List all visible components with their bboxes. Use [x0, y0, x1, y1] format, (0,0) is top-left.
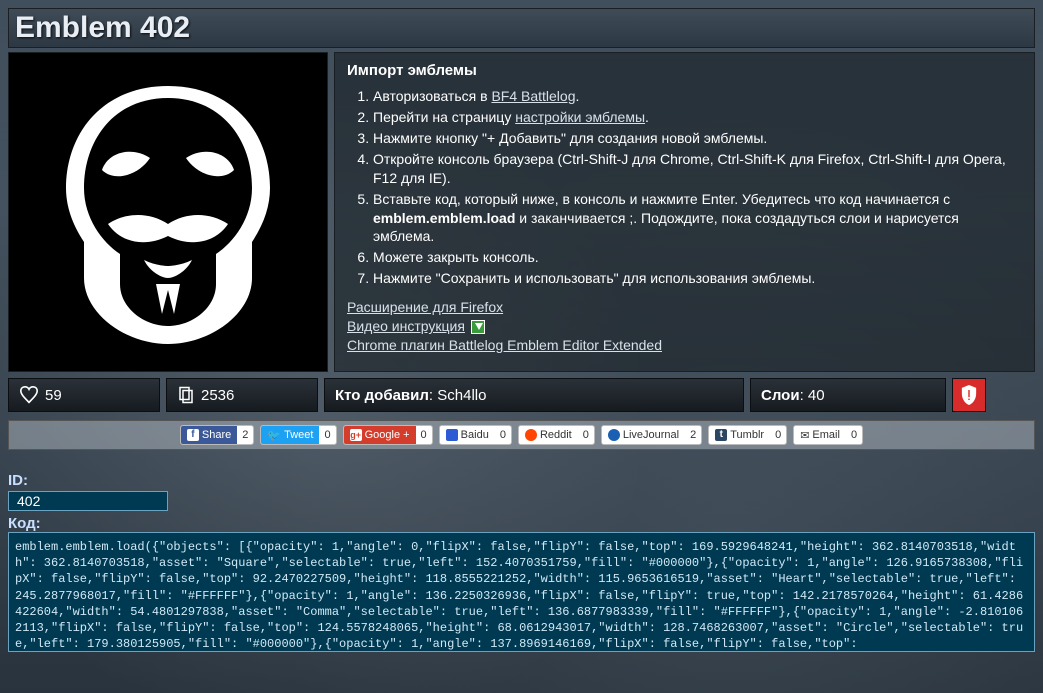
share-facebook[interactable]: fShare2	[180, 425, 254, 445]
copy-icon	[177, 386, 195, 404]
copies-count: 2536	[201, 387, 234, 404]
twitter-icon: 🐦	[267, 429, 281, 442]
author-box: Кто добавил: Sch4llo	[324, 378, 744, 412]
instructions-list: Авторизоваться в BF4 Battlelog. Перейти …	[373, 87, 1022, 288]
instructions-heading: Импорт эмблемы	[347, 61, 1022, 81]
step-3: Нажмите кнопку "+ Добавить" для создания…	[373, 129, 1022, 148]
copies-box[interactable]: 2536	[166, 378, 318, 412]
share-google[interactable]: g+Google +0	[343, 425, 433, 445]
video-instruction-link[interactable]: Видео инструкция	[347, 318, 465, 334]
livejournal-icon	[608, 429, 620, 441]
guy-fawkes-mask-icon	[18, 62, 318, 362]
likes-box[interactable]: 59	[8, 378, 160, 412]
google-plus-icon: g+	[350, 429, 362, 441]
play-icon[interactable]	[471, 320, 485, 334]
tumblr-icon: t	[715, 429, 727, 441]
step-7: Нажмите "Сохранить и использовать" для и…	[373, 269, 1022, 288]
emblem-preview	[8, 52, 328, 372]
step-5: Вставьте код, который ниже, в консоль и …	[373, 190, 1022, 247]
emblem-settings-link[interactable]: настройки эмблемы	[515, 109, 645, 125]
reddit-icon	[525, 429, 537, 441]
share-tumblr[interactable]: tTumblr0	[708, 425, 787, 445]
id-label: ID:	[8, 472, 1035, 489]
shield-alert-icon	[960, 385, 978, 405]
instructions-panel: Импорт эмблемы Авторизоваться в BF4 Batt…	[334, 52, 1035, 372]
step-6: Можете закрыть консоль.	[373, 248, 1022, 267]
layers-box: Слои: 40	[750, 378, 946, 412]
share-baidu[interactable]: Baidu0	[439, 425, 512, 445]
step-2: Перейти на страницу настройки эмблемы.	[373, 108, 1022, 127]
step-1: Авторизоваться в BF4 Battlelog.	[373, 87, 1022, 106]
code-textarea[interactable]	[8, 532, 1035, 652]
heart-icon	[19, 386, 39, 404]
share-email[interactable]: ✉Email0	[793, 425, 863, 445]
step-4: Откройте консоль браузера (Ctrl-Shift-J …	[373, 150, 1022, 188]
email-icon: ✉	[800, 429, 809, 442]
alert-box[interactable]	[952, 378, 986, 412]
share-livejournal[interactable]: LiveJournal2	[601, 425, 702, 445]
share-bar: fShare2 🐦Tweet0 g+Google +0 Baidu0 Reddi…	[8, 420, 1035, 450]
code-label: Код:	[8, 515, 1035, 532]
share-reddit[interactable]: Reddit0	[518, 425, 595, 445]
author-value: Sch4llo	[437, 387, 486, 404]
chrome-plugin-link[interactable]: Chrome плагин Battlelog Emblem Editor Ex…	[347, 337, 662, 353]
likes-count: 59	[45, 387, 62, 404]
bf4-battlelog-link[interactable]: BF4 Battlelog	[491, 88, 575, 104]
firefox-extension-link[interactable]: Расширение для Firefox	[347, 299, 503, 315]
facebook-icon: f	[187, 429, 199, 441]
id-value[interactable]: 402	[8, 491, 168, 511]
share-twitter[interactable]: 🐦Tweet0	[260, 425, 336, 445]
layers-value: 40	[808, 387, 825, 404]
baidu-icon	[446, 429, 458, 441]
page-title: Emblem 402	[8, 8, 1035, 48]
